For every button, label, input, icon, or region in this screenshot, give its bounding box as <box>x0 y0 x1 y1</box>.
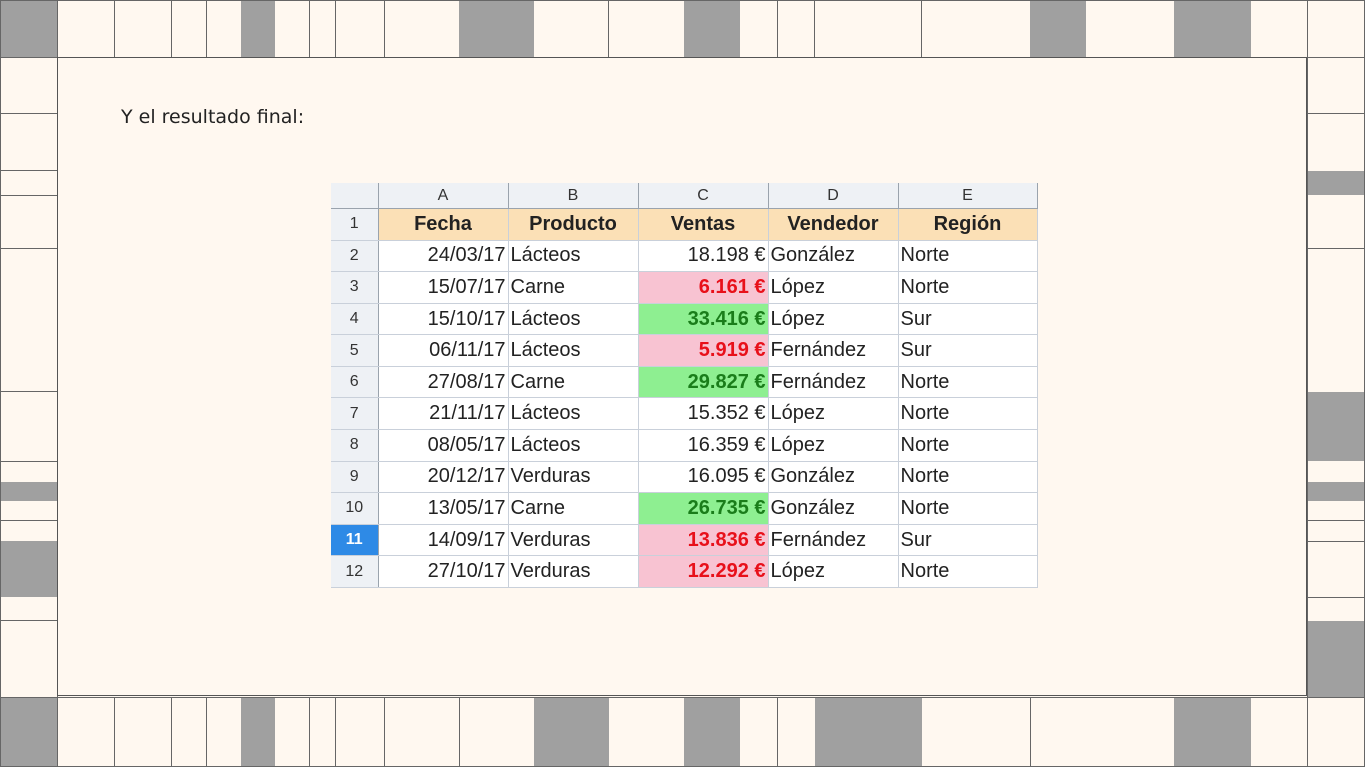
table-row: 2 24/03/17 Lácteos 18.198 € González Norte <box>331 240 1038 273</box>
cell-producto: Carne <box>508 366 639 399</box>
cell-vendedor: López <box>768 555 899 588</box>
cell-producto: Verduras <box>508 461 639 494</box>
cell-fecha: 14/09/17 <box>378 524 509 557</box>
cell-ventas: 16.359 € <box>638 429 769 462</box>
column-header: E <box>898 183 1038 209</box>
header-cell-producto: Producto <box>508 208 639 241</box>
table-row: 5 06/11/17 Lácteos 5.919 € Fernández Sur <box>331 334 1038 367</box>
row-number: 10 <box>331 492 379 525</box>
cell-region: Norte <box>898 429 1038 462</box>
cell-producto: Lácteos <box>508 240 639 273</box>
row-number: 3 <box>331 271 379 304</box>
spreadsheet-image: A B C D E 1 Fecha Producto Ventas Vended… <box>331 183 1038 588</box>
table-row: 6 27/08/17 Carne 29.827 € Fernández Norte <box>331 366 1038 399</box>
column-header: B <box>508 183 639 209</box>
cell-vendedor: González <box>768 492 899 525</box>
cell-vendedor: López <box>768 271 899 304</box>
cell-vendedor: González <box>768 461 899 494</box>
cell-fecha: 24/03/17 <box>378 240 509 273</box>
cell-fecha: 15/10/17 <box>378 303 509 336</box>
cell-producto: Carne <box>508 271 639 304</box>
row-number: 2 <box>331 240 379 273</box>
table-row: 12 27/10/17 Verduras 12.292 € López Norte <box>331 555 1038 588</box>
table-row: 8 08/05/17 Lácteos 16.359 € López Norte <box>331 429 1038 462</box>
cell-fecha: 08/05/17 <box>378 429 509 462</box>
column-header: D <box>768 183 899 209</box>
cell-vendedor: Fernández <box>768 366 899 399</box>
cell-vendedor: López <box>768 397 899 431</box>
cell-ventas: 13.836 € <box>638 524 769 557</box>
row-number: 7 <box>331 397 379 431</box>
cell-region: Norte <box>898 461 1038 494</box>
cell-ventas: 12.292 € <box>638 555 769 588</box>
table-row: 9 20/12/17 Verduras 16.095 € González Norte <box>331 461 1038 494</box>
cell-producto: Lácteos <box>508 303 639 336</box>
table-row: 10 13/05/17 Carne 26.735 € González Norte <box>331 492 1038 525</box>
cell-ventas: 6.161 € <box>638 271 769 304</box>
cell-fecha: 27/10/17 <box>378 555 509 588</box>
cell-producto: Lácteos <box>508 334 639 367</box>
cell-region: Norte <box>898 555 1038 588</box>
cell-region: Norte <box>898 240 1038 273</box>
cell-fecha: 21/11/17 <box>378 397 509 431</box>
cell-ventas: 29.827 € <box>638 366 769 399</box>
cell-ventas: 15.352 € <box>638 397 769 431</box>
caption: Y el resultado final: <box>121 106 305 128</box>
cell-region: Norte <box>898 397 1038 431</box>
cell-region: Sur <box>898 524 1038 557</box>
row-number: 8 <box>331 429 379 462</box>
row-number: 5 <box>331 334 379 367</box>
header-cell-vendedor: Vendedor <box>768 208 899 241</box>
cell-vendedor: Fernández <box>768 334 899 367</box>
cell-vendedor: González <box>768 240 899 273</box>
cell-region: Sur <box>898 303 1038 336</box>
row-number: 1 <box>331 208 379 241</box>
header-cell-region: Región <box>898 208 1038 241</box>
cell-ventas: 16.095 € <box>638 461 769 494</box>
header-cell-fecha: Fecha <box>378 208 509 241</box>
cell-producto: Verduras <box>508 524 639 557</box>
row-number: 11 <box>331 524 379 557</box>
cell-region: Norte <box>898 366 1038 399</box>
table-row: 7 21/11/17 Lácteos 15.352 € López Norte <box>331 397 1038 431</box>
cell-fecha: 27/08/17 <box>378 366 509 399</box>
cell-region: Norte <box>898 271 1038 304</box>
table-row: 4 15/10/17 Lácteos 33.416 € López Sur <box>331 303 1038 336</box>
cell-fecha: 13/05/17 <box>378 492 509 525</box>
cell-producto: Carne <box>508 492 639 525</box>
column-header: A <box>378 183 509 209</box>
cell-vendedor: López <box>768 429 899 462</box>
row-number: 6 <box>331 366 379 399</box>
cell-ventas: 33.416 € <box>638 303 769 336</box>
cell-ventas: 5.919 € <box>638 334 769 367</box>
cell-producto: Verduras <box>508 555 639 588</box>
column-header-row: A B C D E <box>331 183 1038 209</box>
cell-producto: Lácteos <box>508 429 639 462</box>
column-header: C <box>638 183 769 209</box>
table-row: 11 14/09/17 Verduras 13.836 € Fernández Sur <box>331 524 1038 557</box>
row-number: 9 <box>331 461 379 494</box>
cell-fecha: 15/07/17 <box>378 271 509 304</box>
header-row: 1 Fecha Producto Ventas Vendedor Región <box>331 208 1038 241</box>
header-cell-ventas: Ventas <box>638 208 769 241</box>
cell-ventas: 18.198 € <box>638 240 769 273</box>
cell-ventas: 26.735 € <box>638 492 769 525</box>
row-number: 4 <box>331 303 379 336</box>
cell-producto: Lácteos <box>508 397 639 431</box>
cell-fecha: 06/11/17 <box>378 334 509 367</box>
table-row: 3 15/07/17 Carne 6.161 € López Norte <box>331 271 1038 304</box>
corner-cell <box>331 183 379 209</box>
cell-region: Norte <box>898 492 1038 525</box>
cell-fecha: 20/12/17 <box>378 461 509 494</box>
cell-region: Sur <box>898 334 1038 367</box>
row-number: 12 <box>331 555 379 588</box>
cell-vendedor: López <box>768 303 899 336</box>
cell-vendedor: Fernández <box>768 524 899 557</box>
